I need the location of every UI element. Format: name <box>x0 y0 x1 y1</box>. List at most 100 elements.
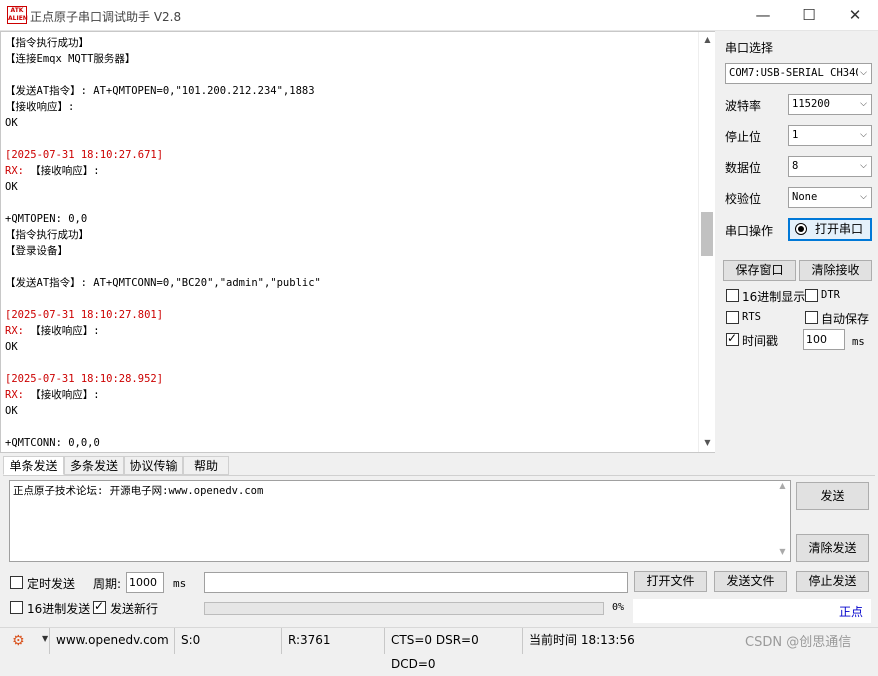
send-scrollbar[interactable]: ▲ ▼ <box>775 481 790 561</box>
hex-display-checkbox[interactable] <box>726 289 739 302</box>
save-window-button[interactable]: 保存窗口 <box>723 260 796 281</box>
receive-line: 【连接Emqx MQTT服务器】 <box>5 53 136 65</box>
receive-line <box>5 195 695 211</box>
scroll-up-icon[interactable]: ▲ <box>699 32 716 48</box>
receive-line <box>5 259 695 275</box>
dtr-checkbox[interactable] <box>805 289 818 302</box>
watermark: CSDN @创思通信 <box>745 635 852 650</box>
receive-line <box>5 355 695 371</box>
hex-send-label: 16进制发送 <box>27 602 91 616</box>
url-link[interactable]: www.openedv.com <box>49 628 173 654</box>
receive-line: 【发送AT指令】: AT+QMTOPEN=0,"101.200.212.234"… <box>5 85 315 97</box>
receive-line: +QMTCONN: 0,0,0 <box>5 437 100 449</box>
chevron-down-icon: ⌵ <box>860 161 867 171</box>
chevron-down-icon: ⌵ <box>860 130 867 140</box>
scroll-thumb[interactable] <box>701 212 713 256</box>
maximize-button[interactable]: ☐ <box>786 0 832 30</box>
clear-receive-button[interactable]: 清除接收 <box>799 260 872 281</box>
timestamp-label: 时间戳 <box>742 334 779 348</box>
tab-protocol[interactable]: 协议传输 <box>124 456 183 475</box>
receive-line <box>5 419 695 435</box>
receive-line: OK <box>5 405 18 417</box>
receive-line: 【登录设备】 <box>5 245 68 257</box>
serial-op-label: 串口操作 <box>725 224 774 238</box>
stop-bits-label: 停止位 <box>725 130 762 144</box>
receive-line: OK <box>5 117 18 129</box>
clear-send-button[interactable]: 清除发送 <box>796 534 869 562</box>
receive-line <box>5 291 695 307</box>
period-unit: ms <box>173 577 187 590</box>
sent-count: S:0 <box>174 628 282 654</box>
parity-label: 校验位 <box>725 192 762 206</box>
radio-icon <box>795 223 807 235</box>
receive-scrollbar[interactable]: ▲ ▼ <box>698 32 715 452</box>
info-panel: 正点 <box>633 599 871 623</box>
receive-line <box>5 131 695 147</box>
signal-status: CTS=0 DSR=0 DCD=0 <box>384 628 522 671</box>
received-count: R:3761 <box>281 628 385 654</box>
rts-label: RTS <box>742 311 761 323</box>
receive-line: RX: 【接收响应】: <box>5 165 100 177</box>
send-button[interactable]: 发送 <box>796 482 869 510</box>
receive-line: [2025-07-31 18:10:27.801] <box>5 309 164 321</box>
receive-line <box>5 67 695 83</box>
receive-line: [2025-07-31 18:10:28.952] <box>5 373 164 385</box>
receive-line: [2025-07-31 18:10:27.671] <box>5 149 164 161</box>
timestamp-checkbox[interactable] <box>726 331 739 346</box>
port-value: COM7:USB-SERIAL CH340 <box>729 67 862 79</box>
open-port-button[interactable]: 打开串口 <box>788 218 872 241</box>
receive-line: OK <box>5 181 18 193</box>
close-button[interactable]: ✕ <box>832 0 878 30</box>
receive-line: 【指令执行成功】 <box>5 229 89 241</box>
scroll-down-icon[interactable]: ▼ <box>775 547 790 561</box>
scroll-up-icon[interactable]: ▲ <box>775 481 790 495</box>
chevron-down-icon: ⌵ <box>858 64 867 83</box>
send-newline-label: 发送新行 <box>110 602 159 616</box>
baud-select[interactable]: 115200 ⌵ <box>788 94 872 115</box>
timed-send-checkbox[interactable] <box>10 576 23 589</box>
port-label: 串口选择 <box>725 41 774 55</box>
gear-icon[interactable]: ⚙ <box>12 633 25 649</box>
tab-help[interactable]: 帮助 <box>183 456 229 475</box>
stop-bits-select[interactable]: 1 ⌵ <box>788 125 872 146</box>
stop-bits-value: 1 <box>792 129 799 141</box>
dtr-label: DTR <box>821 289 840 301</box>
port-select[interactable]: COM7:USB-SERIAL CH340 ⌵ <box>725 63 872 84</box>
chevron-down-icon: ⌵ <box>860 99 867 109</box>
receive-area[interactable]: 【指令执行成功】 【连接Emqx MQTT服务器】【发送AT指令】: AT+QMT… <box>0 31 715 453</box>
open-file-button[interactable]: 打开文件 <box>634 571 707 592</box>
tab-multi-send[interactable]: 多条发送 <box>64 456 124 475</box>
timestamp-input[interactable]: 100 <box>803 329 845 350</box>
file-path-field[interactable] <box>204 572 628 593</box>
hex-display-label: 16进制显示 <box>742 290 806 304</box>
title-bar: ATK ALIEN 正点原子串口调试助手 V2.8 — ☐ ✕ <box>0 0 878 31</box>
period-label: 周期: <box>93 577 122 591</box>
data-bits-select[interactable]: 8 ⌵ <box>788 156 872 177</box>
receive-line: 【接收响应】: <box>5 101 75 113</box>
progress-text: 0% <box>612 602 625 613</box>
send-newline-checkbox[interactable] <box>93 599 106 614</box>
auto-save-checkbox[interactable] <box>805 311 818 324</box>
period-input[interactable]: 1000 <box>126 572 164 593</box>
minimize-button[interactable]: — <box>740 0 786 30</box>
receive-line: +QMTOPEN: 0,0 <box>5 213 88 225</box>
baud-value: 115200 <box>792 98 830 110</box>
timed-send-label: 定时发送 <box>27 577 76 591</box>
chevron-down-icon[interactable]: ▼ <box>42 634 48 643</box>
stop-send-button[interactable]: 停止发送 <box>796 571 869 592</box>
tab-single-send[interactable]: 单条发送 <box>3 456 64 475</box>
receive-line: RX: 【接收响应】: <box>5 389 100 401</box>
data-bits-label: 数据位 <box>725 161 762 175</box>
hex-send-checkbox[interactable] <box>10 601 23 614</box>
corner-text: 正点 <box>838 605 863 619</box>
rts-checkbox[interactable] <box>726 311 739 324</box>
data-bits-value: 8 <box>792 160 799 172</box>
parity-select[interactable]: None ⌵ <box>788 187 872 208</box>
send-textarea[interactable]: 正点原子技术论坛: 开源电子网:www.openedv.com ▲ ▼ <box>9 480 791 562</box>
status-bar: ⚙ ▼ www.openedv.com S:0 R:3761 CTS=0 DSR… <box>0 627 878 671</box>
receive-line: RX: 【接收响应】: <box>5 325 100 337</box>
send-text: 正点原子技术论坛: 开源电子网:www.openedv.com <box>13 485 264 497</box>
scroll-down-icon[interactable]: ▼ <box>699 435 716 451</box>
current-time: 当前时间 18:13:56 <box>522 628 722 654</box>
send-file-button[interactable]: 发送文件 <box>714 571 787 592</box>
